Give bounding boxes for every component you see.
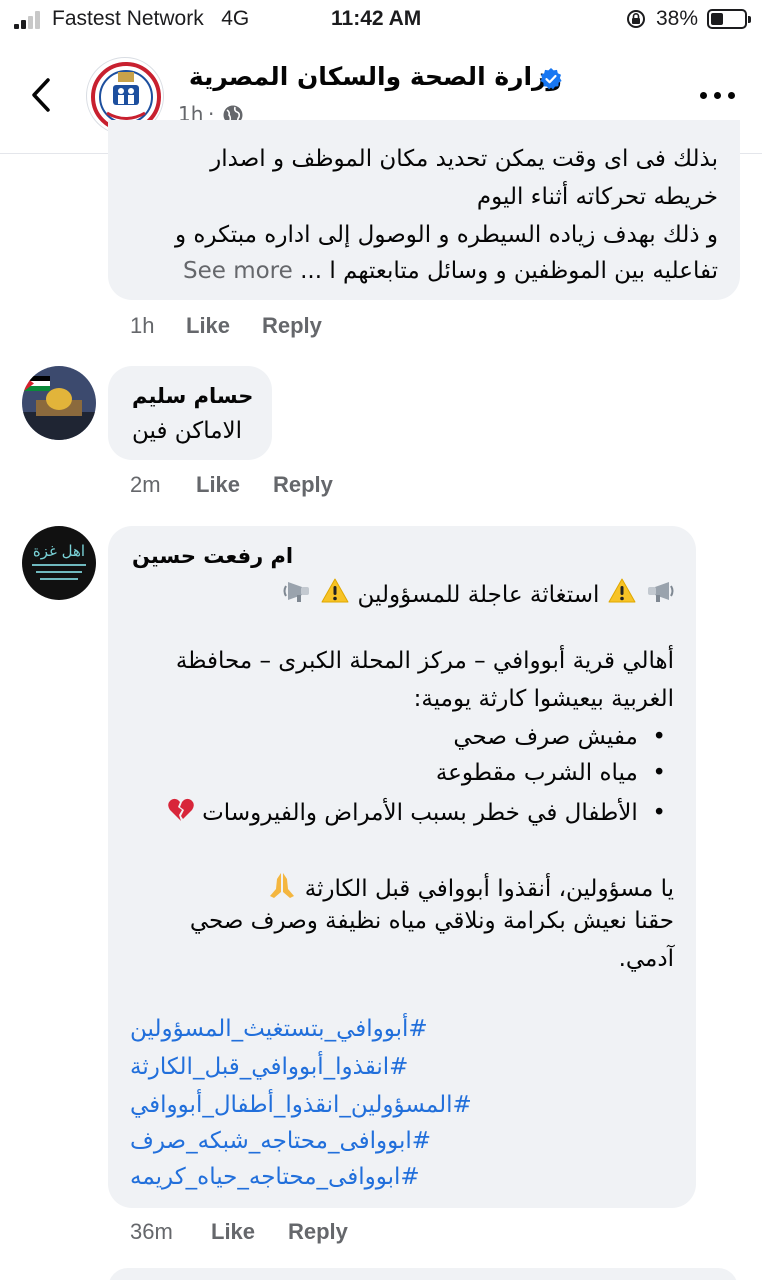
comment-1-line-1: بذلك فى اى وقت يمكن تحديد مكان الموظف و … xyxy=(210,146,718,172)
comment-1-like-button[interactable]: Like xyxy=(186,313,230,339)
comment-3-reply-button[interactable]: Reply xyxy=(288,1219,348,1245)
comment-1-line-2: خريطه تحركاته أثناء اليوم xyxy=(476,184,718,210)
comment-3-line-8: آدمي. xyxy=(618,946,674,972)
megaphone-icon xyxy=(283,582,309,602)
network-type: 4G xyxy=(221,7,250,30)
signal-icon xyxy=(14,11,44,29)
comment-3-bullet-2: • مياه الشرب مقطوعة xyxy=(435,760,666,786)
carrier-label: Fastest Network 4G xyxy=(52,7,250,30)
comment-1-reply-button[interactable]: Reply xyxy=(262,313,322,339)
avatar[interactable]: اهل غزة xyxy=(22,526,96,600)
comment-1-time[interactable]: 1h xyxy=(130,313,154,339)
comment-3-headline: استغاثة عاجلة للمسؤولين xyxy=(283,576,674,608)
comment-3-like-button[interactable]: Like xyxy=(211,1219,255,1245)
comment-3-time[interactable]: 36m xyxy=(130,1219,173,1245)
megaphone-icon xyxy=(648,582,674,602)
svg-text:اهل غزة: اهل غزة xyxy=(33,542,85,560)
avatar[interactable] xyxy=(22,366,96,440)
comment-2-text: الاماكن فين xyxy=(132,418,243,444)
comment-bubble-2 xyxy=(108,366,272,460)
status-bar: Fastest Network 4G 11:42 AM 38% xyxy=(0,0,762,40)
warning-icon xyxy=(321,578,349,603)
hashtag-link[interactable]: #ابووافى_محتاجه_حياه_كريمه xyxy=(130,1164,420,1190)
comment-3-bullet-1: • مفيش صرف صحي xyxy=(453,724,666,750)
comment-bubble-4 xyxy=(108,1268,738,1280)
hashtag-link[interactable]: #انقذوا_أبووافي_قبل_الكارثة xyxy=(130,1054,408,1080)
comment-2-reply-button[interactable]: Reply xyxy=(273,472,333,498)
battery-icon xyxy=(707,9,751,29)
hashtag-link[interactable]: #أبووافي_بتستغيث_المسؤولين xyxy=(130,1016,428,1042)
comment-3-line-2: الغربية بيعيشوا كارثة يومية: xyxy=(413,686,674,712)
hashtag-link[interactable]: #ابووافى_محتاجه_شبكه_صرف xyxy=(130,1128,431,1154)
battery-fill xyxy=(711,13,724,25)
comment-3-bullet-3: • الأطفال في خطر بسبب الأمراض والفيروسات xyxy=(167,796,666,826)
comment-3-author[interactable]: ام رفعت حسين xyxy=(132,544,293,568)
comment-2-author[interactable]: حسام سليم xyxy=(132,384,253,408)
back-button[interactable] xyxy=(26,74,60,116)
broken-heart-icon xyxy=(168,798,194,821)
comment-1-line-4: تفاعليه بين الموظفين و وسائل متابعتهم ا … xyxy=(182,258,718,284)
comment-3-line-7: حقنا نعيش بكرامة ونلاقي مياه نظيفة وصرف … xyxy=(189,908,674,934)
warning-icon xyxy=(608,578,636,603)
more-options-button[interactable] xyxy=(700,92,736,102)
verified-badge-icon xyxy=(540,68,562,90)
comment-2-like-button[interactable]: Like xyxy=(196,472,240,498)
user-avatar-image: اهل غزة xyxy=(22,526,96,600)
battery-percent: 38% xyxy=(656,7,699,30)
orientation-lock-icon xyxy=(627,10,645,28)
comment-1-line-3: و ذلك بهدف زياده السيطره و الوصول إلى اد… xyxy=(174,222,718,248)
comment-3-line-6: يا مسؤولين، أنقذوا أبووافي قبل الكارثة xyxy=(267,870,674,902)
comment-3-line-1: أهالي قرية أبووافي – مركز المحلة الكبرى … xyxy=(175,648,674,674)
comment-2-time[interactable]: 2m xyxy=(130,472,161,498)
folded-hands-icon xyxy=(270,873,295,898)
user-avatar-image xyxy=(22,366,96,440)
status-time: 11:42 AM xyxy=(331,7,422,30)
page-name[interactable]: وزارة الصحة والسكان المصرية xyxy=(189,62,562,91)
hashtag-link[interactable]: #المسؤولين_انقذوا_أطفال_أبووافي xyxy=(130,1092,472,1118)
see-more-link[interactable]: See more xyxy=(183,258,293,284)
